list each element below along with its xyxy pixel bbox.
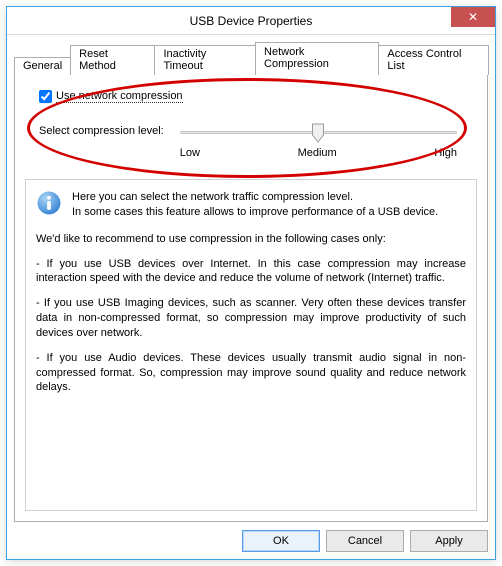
info-icon (36, 190, 62, 216)
slider-tick-labels: Low Medium High (180, 147, 457, 159)
tab-panel-network-compression: Use network compression Select compressi… (14, 73, 488, 522)
info-head: Here you can select the network traffic … (36, 190, 466, 220)
info-p1: We'd like to recommend to use compressio… (36, 232, 466, 247)
compression-level-row: Select compression level: Low Medium (39, 125, 477, 159)
info-panel: Here you can select the network traffic … (25, 179, 477, 511)
ok-button[interactable]: OK (242, 530, 320, 552)
info-line2: In some cases this feature allows to imp… (72, 205, 438, 220)
compression-slider-box: Low Medium High (180, 125, 477, 159)
tab-reset-method[interactable]: Reset Method (70, 45, 155, 75)
tick-low: Low (180, 147, 200, 159)
compression-slider[interactable] (180, 125, 457, 147)
close-button[interactable]: ✕ (451, 7, 495, 27)
info-head-text: Here you can select the network traffic … (72, 190, 438, 220)
tab-general[interactable]: General (14, 57, 71, 75)
dialog-window: USB Device Properties ✕ General Reset Me… (6, 6, 496, 560)
dialog-body: General Reset Method Inactivity Timeout … (7, 35, 495, 559)
compression-level-label: Select compression level: (39, 125, 164, 137)
tick-high: High (434, 147, 457, 159)
info-p4: - If you use Audio devices. These device… (36, 351, 466, 396)
use-compression-checkbox[interactable] (39, 90, 52, 103)
apply-button[interactable]: Apply (410, 530, 488, 552)
info-p3: - If you use USB Imaging devices, such a… (36, 296, 466, 341)
info-p2: - If you use USB devices over Internet. … (36, 257, 466, 287)
cancel-button[interactable]: Cancel (326, 530, 404, 552)
use-compression-label[interactable]: Use network compression (56, 90, 183, 103)
close-icon: ✕ (468, 10, 478, 24)
info-line1: Here you can select the network traffic … (72, 190, 438, 205)
window-title: USB Device Properties (190, 14, 313, 28)
tab-network-compression[interactable]: Network Compression (255, 42, 379, 74)
dialog-button-row: OK Cancel Apply (14, 522, 488, 552)
slider-thumb[interactable] (312, 123, 325, 146)
tab-inactivity-timeout[interactable]: Inactivity Timeout (154, 45, 256, 75)
tabstrip: General Reset Method Inactivity Timeout … (14, 41, 488, 73)
tick-medium: Medium (298, 147, 337, 159)
use-compression-row: Use network compression (39, 90, 477, 103)
titlebar: USB Device Properties ✕ (7, 7, 495, 35)
tab-access-control-list[interactable]: Access Control List (378, 45, 489, 75)
